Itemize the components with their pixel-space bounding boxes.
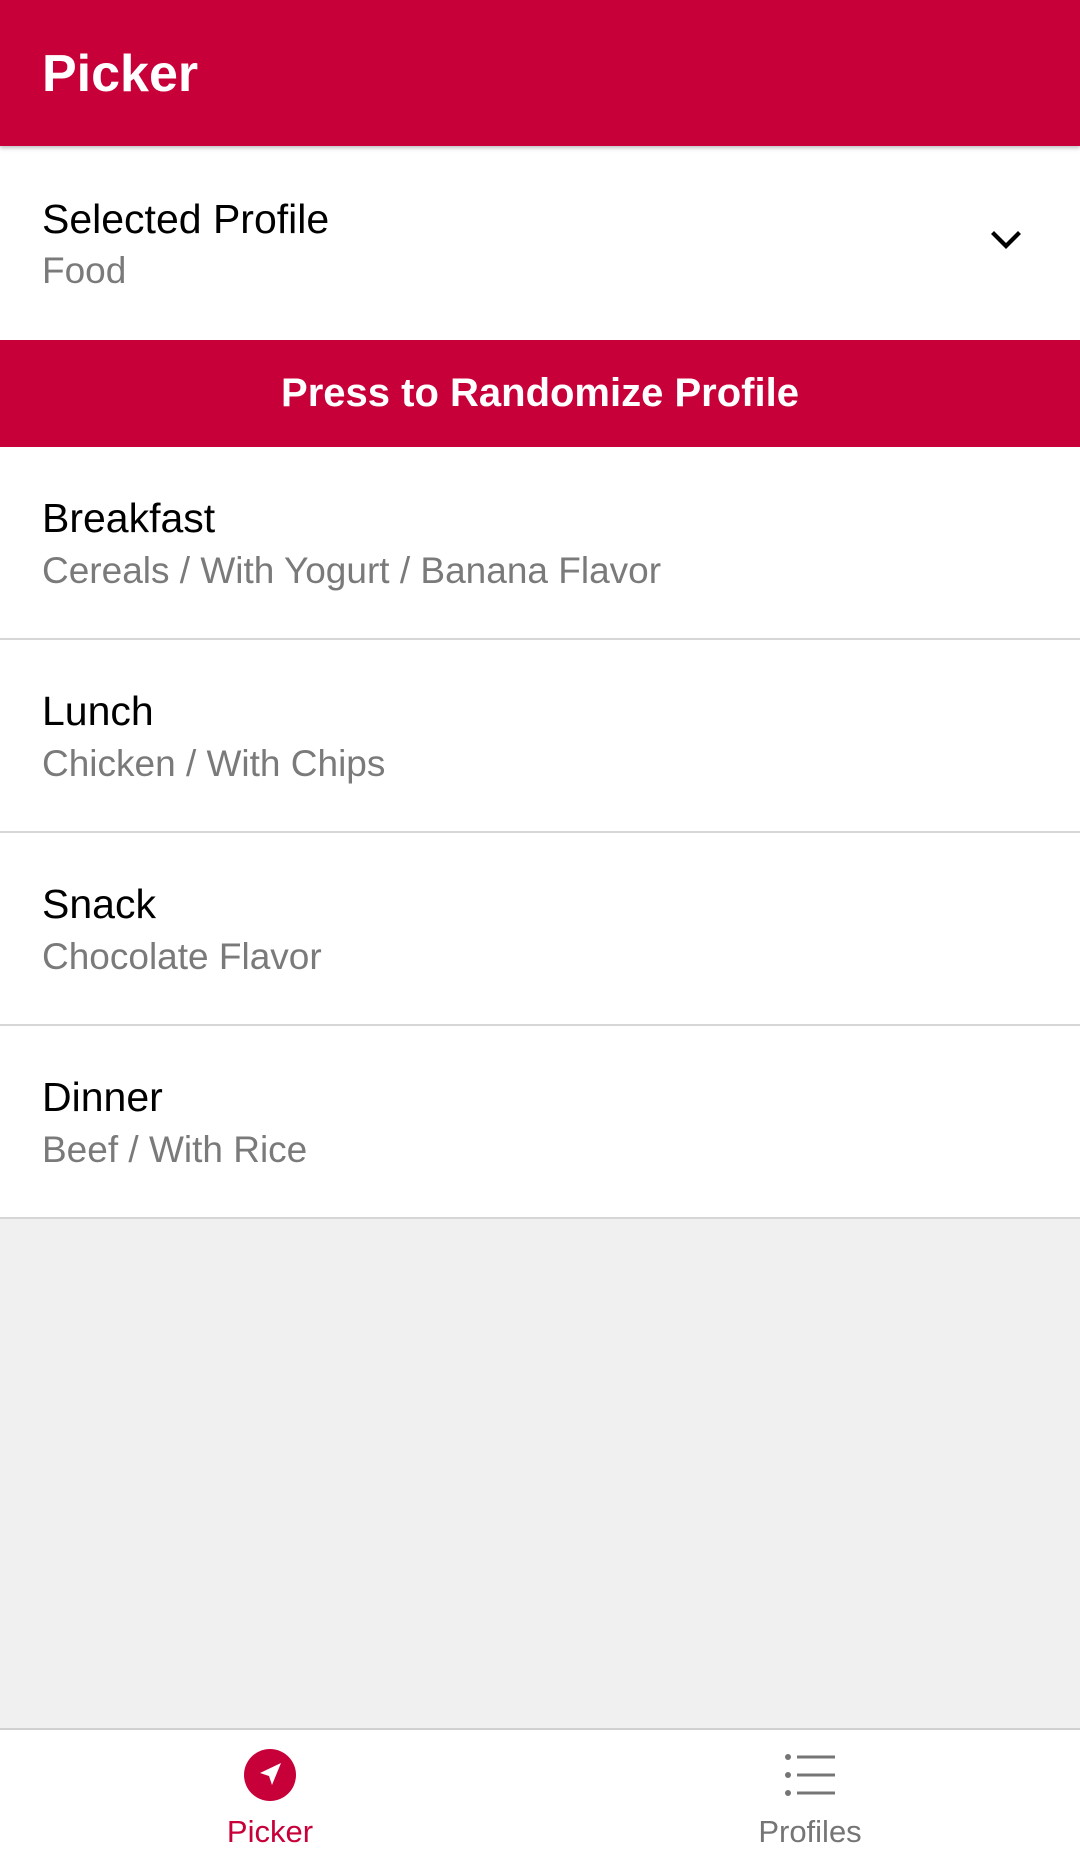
profile-selector-value: Food: [42, 250, 127, 291]
list-item[interactable]: Breakfast Cereals / With Yogurt / Banana…: [0, 447, 1080, 640]
chevron-down-icon[interactable]: [988, 222, 1024, 258]
app-root: Picker Selected Profile Food Press to Ra…: [0, 0, 1080, 1857]
meal-title: Dinner: [42, 1074, 163, 1120]
meal-title: Breakfast: [42, 495, 216, 541]
meal-list: Breakfast Cereals / With Yogurt / Banana…: [0, 447, 1080, 1219]
bottom-navigation: Picker Profiles: [0, 1728, 1080, 1857]
navigation-arrow-icon: [244, 1749, 296, 1801]
list-item[interactable]: Dinner Beef / With Rice: [0, 1026, 1080, 1219]
meal-detail: Beef / With Rice: [42, 1129, 308, 1170]
meal-detail: Chocolate Flavor: [42, 936, 322, 977]
meal-detail: Chicken / With Chips: [42, 743, 386, 784]
nav-item-label: Profiles: [758, 1814, 862, 1849]
app-bar: Picker: [0, 0, 1080, 146]
list-item[interactable]: Lunch Chicken / With Chips: [0, 640, 1080, 833]
randomize-profile-button[interactable]: Press to Randomize Profile: [0, 340, 1080, 447]
profile-selector-label: Selected Profile: [42, 196, 330, 242]
nav-item-profiles[interactable]: Profiles: [540, 1730, 1080, 1857]
list-item[interactable]: Snack Chocolate Flavor: [0, 833, 1080, 1026]
profile-selector[interactable]: Selected Profile Food: [0, 146, 1080, 340]
meal-title: Snack: [42, 881, 156, 927]
meal-title: Lunch: [42, 688, 154, 734]
list-icon: [785, 1754, 835, 1796]
meal-detail: Cereals / With Yogurt / Banana Flavor: [42, 550, 662, 591]
page-title: Picker: [42, 45, 199, 103]
nav-item-picker[interactable]: Picker: [0, 1730, 540, 1857]
nav-item-label: Picker: [226, 1814, 314, 1849]
